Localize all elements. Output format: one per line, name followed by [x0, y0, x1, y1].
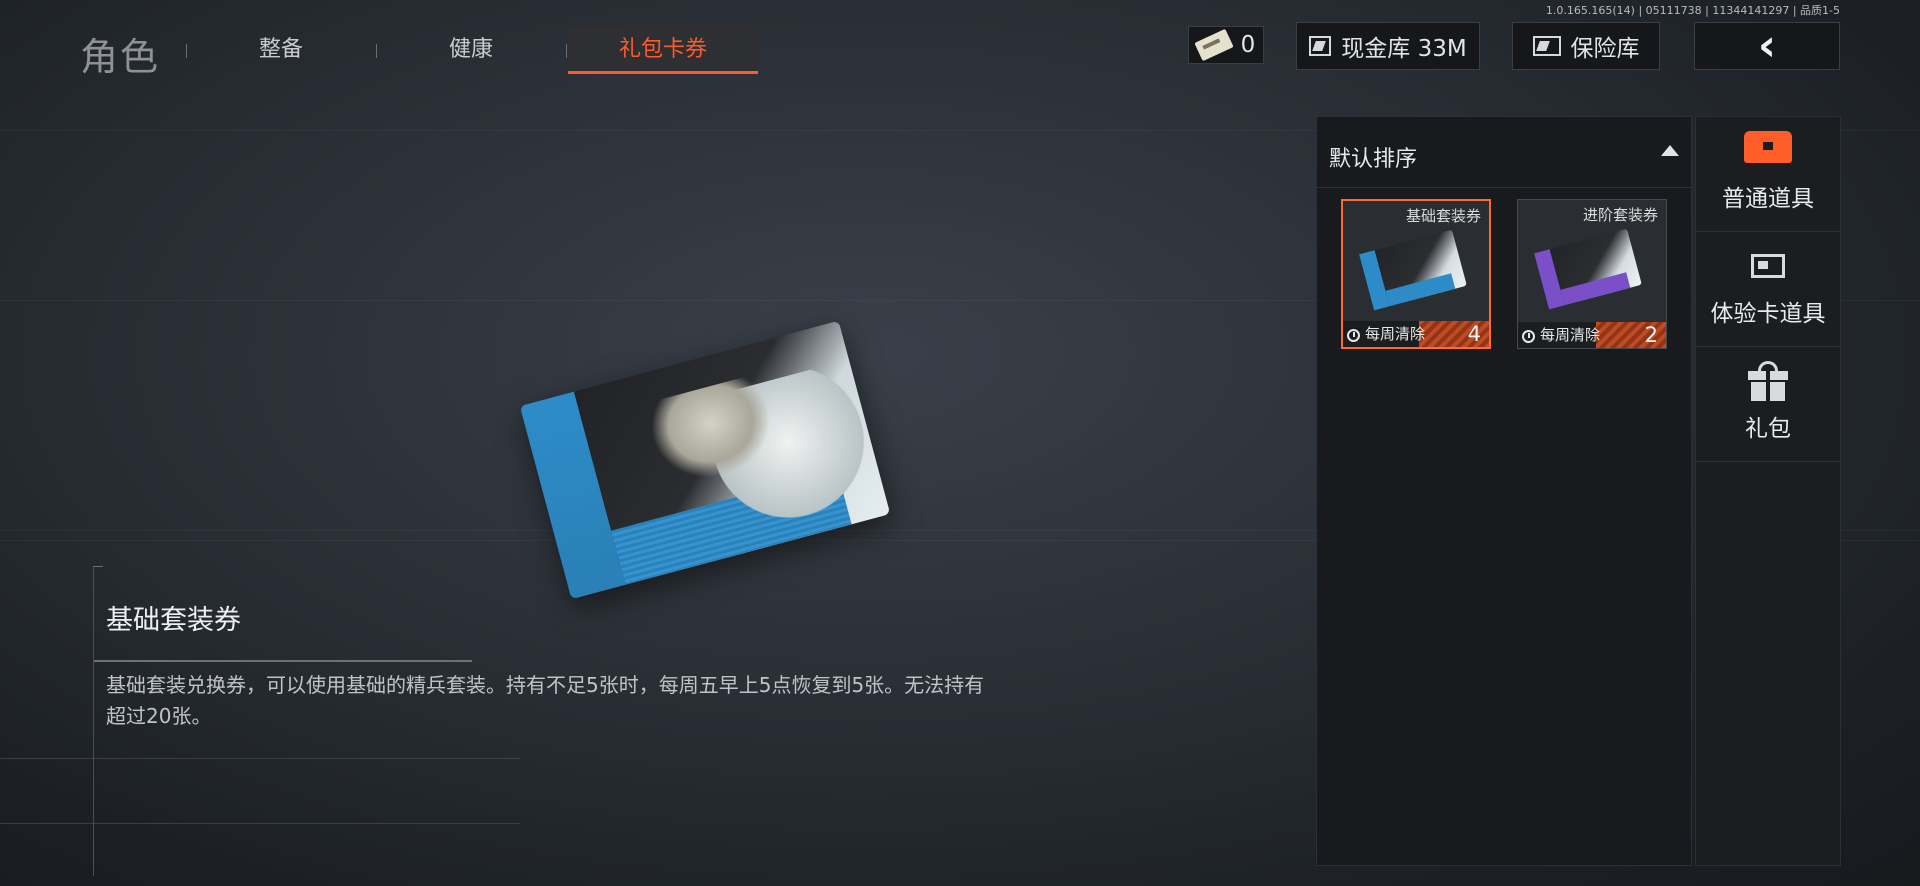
- item-list-panel: 默认排序 基础套装券 每周清除 4 进阶套装券 每周清除 2: [1316, 116, 1692, 866]
- safe-vault-button[interactable]: 保险库: [1512, 22, 1660, 70]
- card-icon: [1751, 254, 1785, 278]
- chevron-up-icon: [1661, 145, 1679, 156]
- item-title: 基础套装券: [106, 605, 241, 636]
- category-gift-packs[interactable]: 礼包: [1696, 347, 1840, 462]
- cash-vault-label: 现金库 33M: [1341, 36, 1467, 62]
- item-preview-card: [519, 320, 891, 600]
- category-label: 礼包: [1745, 416, 1791, 442]
- tab-gift-vouchers[interactable]: 礼包卡券: [568, 26, 758, 74]
- cash-vault-button[interactable]: 现金库 33M: [1296, 22, 1480, 70]
- voucher-card-icon: [1534, 228, 1642, 310]
- card-stripe: [519, 391, 626, 600]
- tile-count: 4: [1467, 322, 1481, 346]
- sort-dropdown[interactable]: 默认排序: [1317, 117, 1691, 188]
- top-nav: 角色 整备 健康 礼包卡券 0 现金库 33M 保险库 ‹: [0, 0, 1920, 80]
- page-title: 角色: [80, 35, 161, 79]
- tile-name: 进阶套装券: [1582, 206, 1658, 224]
- back-button[interactable]: ‹: [1694, 22, 1840, 70]
- tile-expire: 每周清除: [1365, 325, 1426, 343]
- tab-equipment[interactable]: 整备: [186, 26, 376, 74]
- sort-label: 默认排序: [1329, 147, 1418, 172]
- title-underline: [94, 660, 472, 662]
- tile-count: 2: [1644, 323, 1658, 347]
- tile-expire: 每周清除: [1540, 326, 1601, 344]
- ticket-icon: [1194, 28, 1234, 62]
- back-chevron-icon: ‹: [1757, 20, 1777, 71]
- chest-icon: [1744, 131, 1792, 163]
- clock-icon: [1347, 329, 1360, 342]
- item-tile[interactable]: 基础套装券 每周清除 4: [1341, 199, 1491, 349]
- tile-name: 基础套装券: [1405, 207, 1481, 225]
- category-trial-cards[interactable]: 体验卡道具: [1696, 232, 1840, 347]
- item-tile[interactable]: 进阶套装券 每周清除 2: [1517, 199, 1667, 349]
- item-description: 基础套装兑换券，可以使用基础的精兵套装。持有不足5张时，每周五早上5点恢复到5张…: [106, 673, 985, 728]
- category-sidebar: 普通道具 体验卡道具 礼包: [1695, 116, 1841, 866]
- ticket-count: 0: [1240, 32, 1256, 58]
- category-normal-items[interactable]: 普通道具: [1696, 117, 1840, 232]
- tab-health[interactable]: 健康: [376, 26, 566, 74]
- safe-vault-label: 保险库: [1570, 36, 1640, 62]
- description-frame-corner: [93, 566, 103, 567]
- voucher-card-icon: [1359, 229, 1467, 311]
- nav-separator: [566, 44, 567, 58]
- safe-icon: [1532, 36, 1561, 56]
- clock-icon: [1522, 330, 1535, 343]
- category-label: 体验卡道具: [1710, 301, 1826, 327]
- ticket-counter[interactable]: 0: [1188, 26, 1264, 64]
- description-frame: [93, 566, 94, 876]
- gift-icon: [1748, 361, 1788, 401]
- cash-icon: [1309, 36, 1332, 56]
- category-label: 普通道具: [1722, 186, 1814, 212]
